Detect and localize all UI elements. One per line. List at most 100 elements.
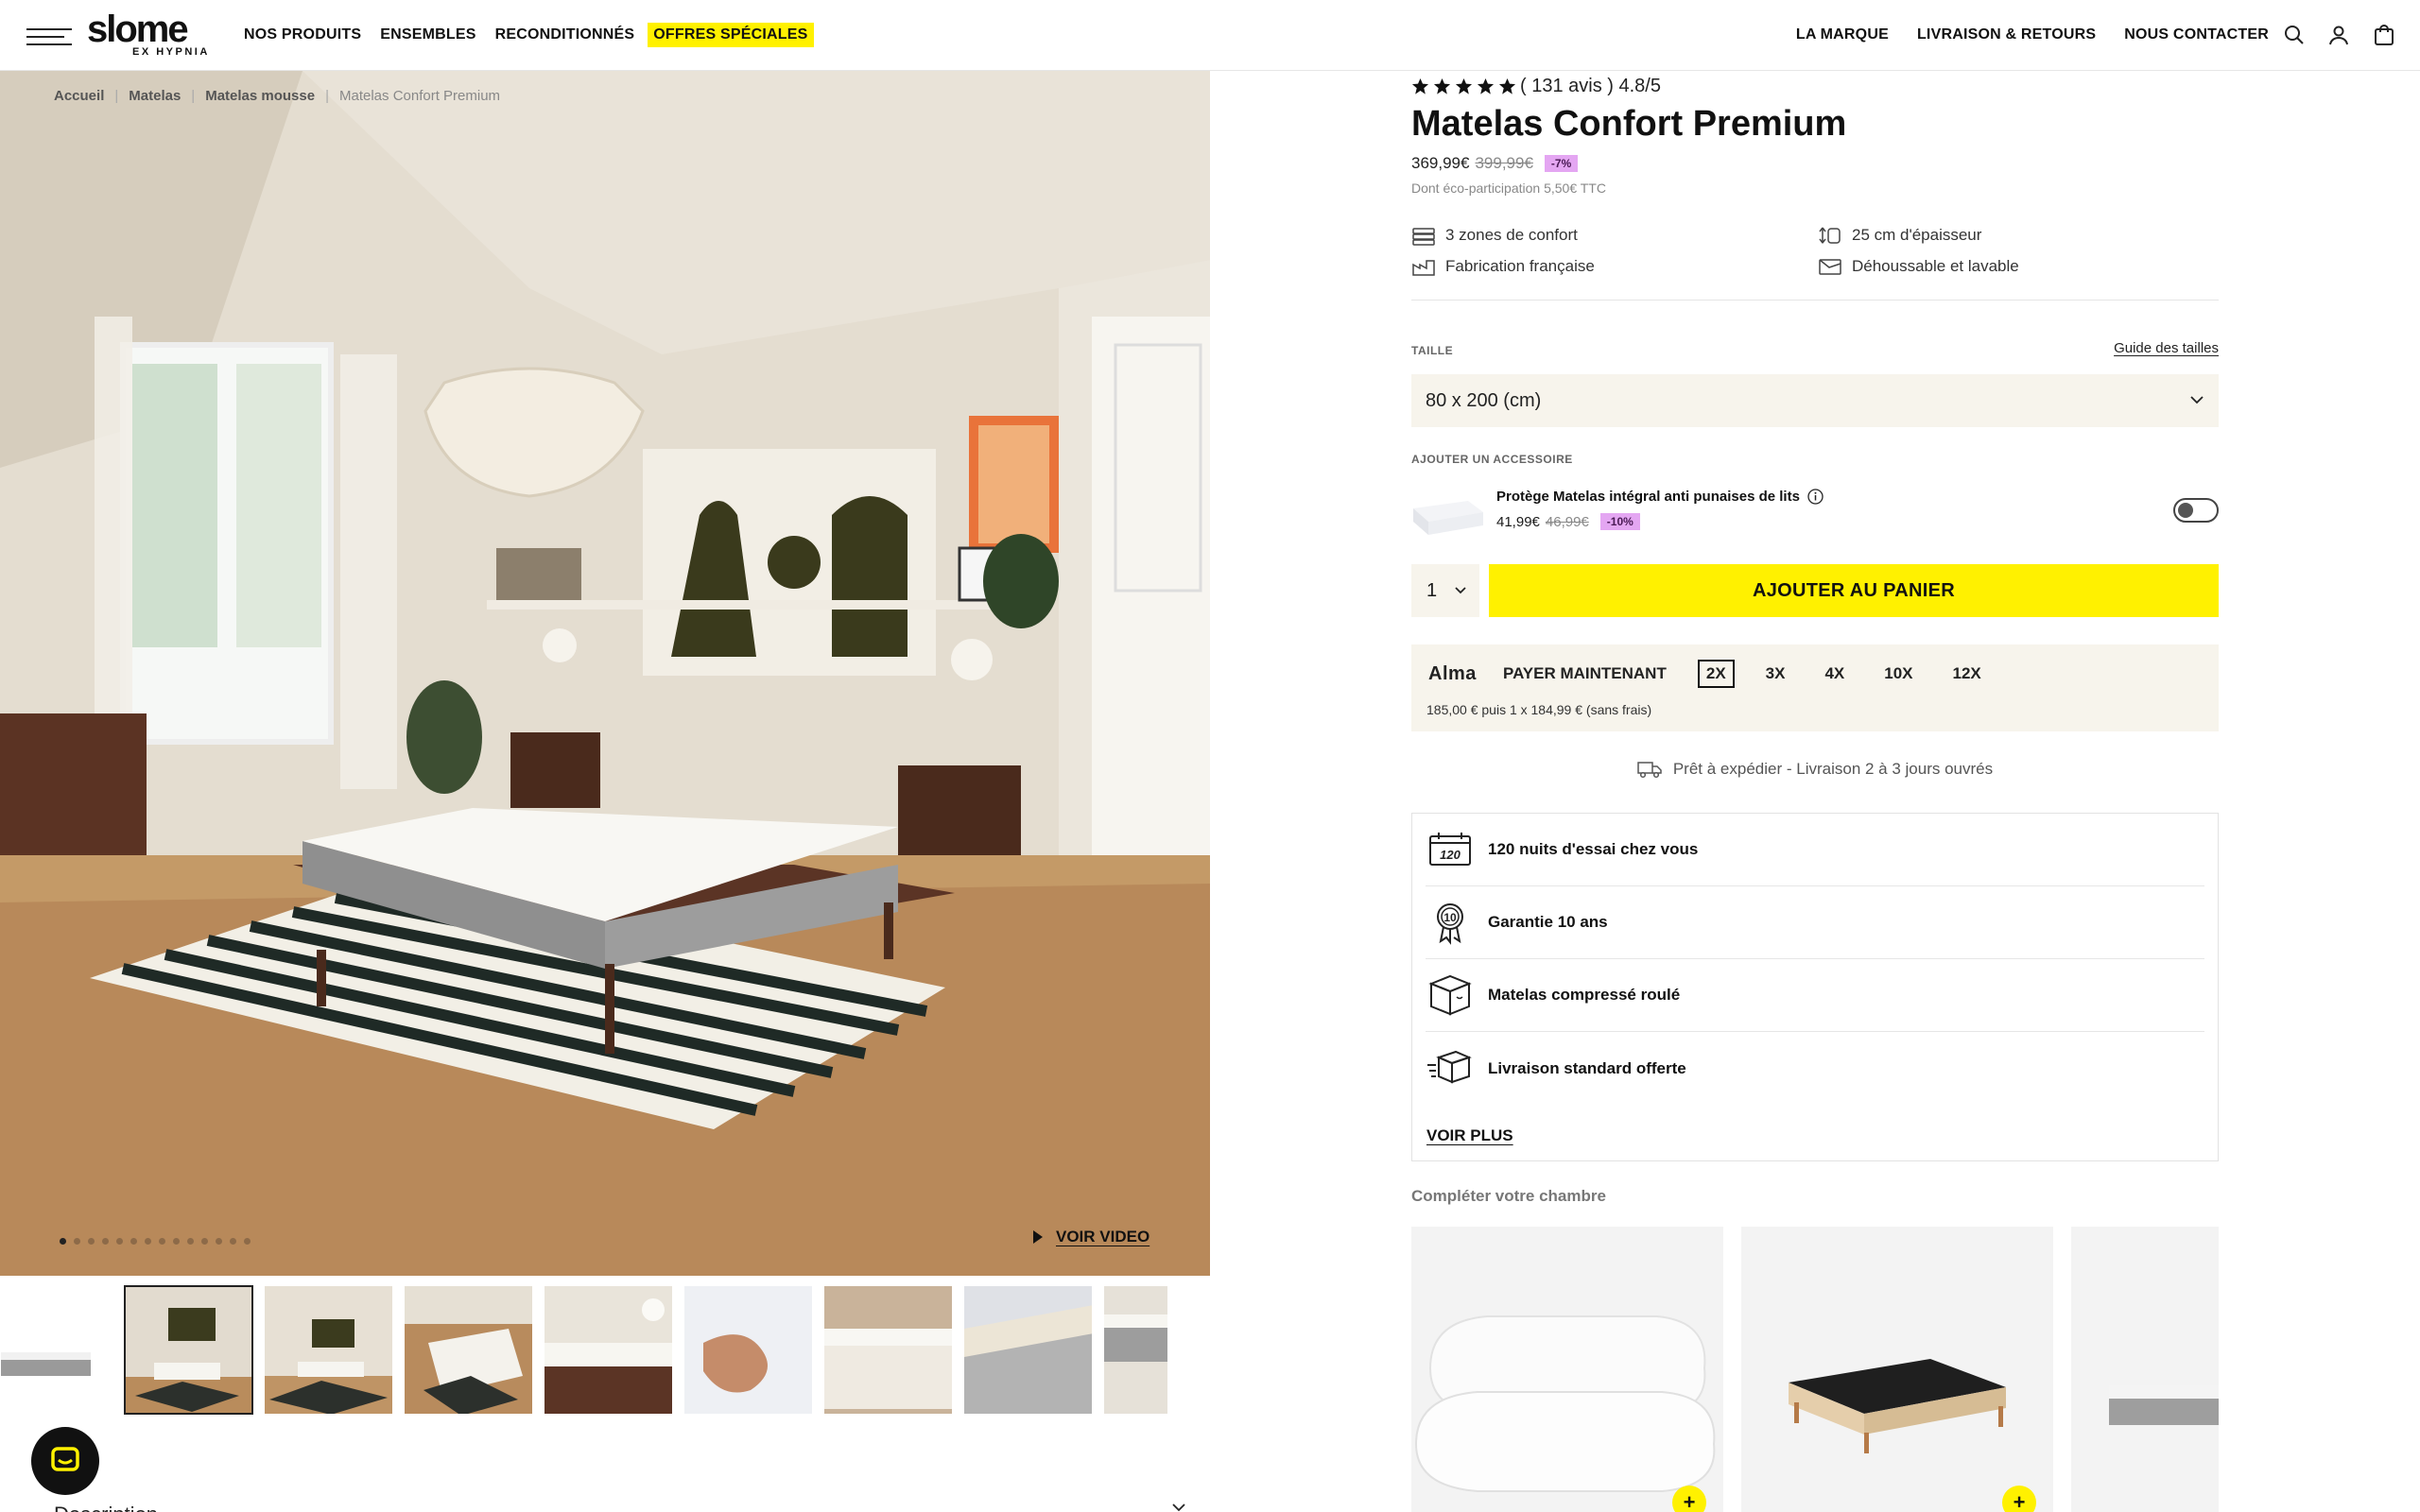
breadcrumb-matelas[interactable]: Matelas [129,88,181,104]
search-icon[interactable] [2283,24,2306,46]
shipping-text: Prêt à expédier - Livraison 2 à 3 jours … [1672,760,1994,778]
price-row: 369,99€ 399,99€ -7% [1411,154,1579,173]
gallery-dot[interactable] [216,1238,222,1245]
size-select[interactable]: 80 x 200 (cm) [1411,374,2219,427]
gallery-dot[interactable] [230,1238,236,1245]
nav-offres-speciales[interactable]: OFFRES SPÉCIALES [648,23,814,47]
thumbnail-mattress-detail[interactable] [544,1285,673,1415]
alma-installment-note: 185,00 € puis 1 x 184,99 € (sans frais) [1426,702,1652,717]
eco-participation: Dont éco-participation 5,50€ TTC [1411,180,1606,196]
thumbnail-mattress-corner[interactable] [1103,1285,1167,1415]
nav-la-marque[interactable]: LA MARQUE [1790,23,1894,47]
recommendation-card-mattress[interactable] [2071,1227,2219,1512]
add-pillows-button[interactable]: + [1672,1486,1706,1512]
gallery-dot[interactable] [102,1238,109,1245]
alma-option-12x[interactable]: 12X [1945,660,1990,688]
accessory-old-price: 46,99€ [1545,513,1589,530]
alma-option-2x[interactable]: 2X [1697,660,1735,688]
site-logo[interactable]: slome EX HYPNIA [87,10,207,60]
thumbnail-bedroom-top[interactable] [404,1285,533,1415]
gallery-pagination-dots [60,1238,251,1245]
gallery-dot[interactable] [145,1238,151,1245]
toggle-knob [2178,503,2193,518]
thumbnail-bedroom-2[interactable] [264,1285,393,1415]
breadcrumb-separator: | [191,88,196,104]
accessory-discount-badge: -10% [1599,513,1640,530]
site-header: slome EX HYPNIA NOS PRODUITS ENSEMBLES R… [0,0,2420,71]
feature-label: Fabrication française [1445,257,1595,275]
accessory-name-row: Protège Matelas intégral anti punaises d… [1496,489,1824,505]
star-icon [1411,77,1429,94]
description-accordion-label[interactable]: Description [54,1503,158,1512]
breadcrumb-matelas-mousse[interactable]: Matelas mousse [205,88,315,104]
voir-video-label: VOIR VIDEO [1056,1228,1150,1246]
nav-nous-contacter[interactable]: NOUS CONTACTER [2118,23,2274,47]
product-main-image[interactable] [0,71,1210,1276]
svg-text:120: 120 [1440,848,1461,862]
gallery-dot[interactable] [173,1238,180,1245]
factory-icon [1412,260,1435,276]
main-nav: NOS PRODUITS ENSEMBLES RECONDITIONNÉS OF… [238,23,821,47]
gallery-dot[interactable] [60,1238,66,1245]
thumbnail-mattress[interactable] [0,1285,92,1415]
gallery-dot[interactable] [201,1238,208,1245]
chevron-down-icon[interactable] [1172,1503,1185,1512]
mattress-protector-image [1413,501,1483,535]
mattress-thumbnail-image [1,1352,91,1376]
nav-reconditionnes[interactable]: RECONDITIONNÉS [490,23,641,47]
size-guide-link[interactable]: Guide des tailles [2114,340,2219,356]
mattress-card-image [2109,1385,2219,1425]
storage-bed-thumbnail-image [824,1286,952,1414]
feature-label: 3 zones de confort [1445,226,1578,244]
accessory-toggle[interactable] [2173,498,2219,523]
alma-option-10x[interactable]: 10X [1876,660,1921,688]
nav-nos-produits[interactable]: NOS PRODUITS [238,23,367,47]
info-icon[interactable] [1807,489,1824,505]
quantity-select[interactable]: 1 [1411,564,1479,617]
gallery-dot[interactable] [74,1238,80,1245]
reassurance-trial: 120 120 nuits d'essai chez vous [1426,814,2204,886]
thumbnail-hand-on-mattress[interactable] [683,1285,813,1415]
accessory-price: 41,99€ [1496,513,1540,530]
recommendation-card-pillows[interactable]: + [1411,1227,1723,1512]
voir-plus-link[interactable]: VOIR PLUS [1426,1126,1513,1145]
play-icon [1033,1230,1043,1244]
feature-made-in-france: Fabrication française [1411,256,1595,277]
alma-option-3x[interactable]: 3X [1757,660,1794,688]
thumbnail-mattress-fabric[interactable] [963,1285,1093,1415]
chat-button[interactable] [31,1427,99,1495]
product-rating[interactable]: ( 131 avis ) 4.8/5 [1411,76,1661,97]
gallery-dot[interactable] [88,1238,95,1245]
account-icon[interactable] [2327,24,2350,46]
alma-option-pay-now[interactable]: PAYER MAINTENANT [1495,660,1675,688]
bedroom-thumbnail-image [265,1286,392,1414]
thumbnail-storage-bed[interactable] [823,1285,953,1415]
alma-options: PAYER MAINTENANT 2X 3X 4X 10X 12X [1495,660,2013,688]
accessory-label: AJOUTER UN ACCESSOIRE [1411,453,1573,466]
breadcrumb-separator: | [114,88,119,104]
trial-120-icon: 120 [1429,833,1471,866]
breadcrumb-accueil[interactable]: Accueil [54,88,104,104]
nav-livraison-retours[interactable]: LIVRAISON & RETOURS [1911,23,2101,47]
cart-icon[interactable] [2373,24,2395,46]
gallery-dot[interactable] [159,1238,165,1245]
thumbnail-bedroom-1[interactable] [124,1285,253,1415]
gallery-dot[interactable] [130,1238,137,1245]
voir-video-button[interactable]: VOIR VIDEO [1033,1228,1150,1246]
alma-option-4x[interactable]: 4X [1816,660,1853,688]
add-bed-base-button[interactable]: + [2002,1486,2036,1512]
rating-text: ( 131 avis ) 4.8/5 [1520,76,1661,96]
thickness-icon [1819,227,1841,244]
feature-thickness: 25 cm d'épaisseur [1818,225,1981,246]
add-to-cart-button[interactable]: AJOUTER AU PANIER [1489,564,2219,617]
nav-ensembles[interactable]: ENSEMBLES [374,23,481,47]
pillows-image [1414,1315,1716,1492]
reassurance-label: 120 nuits d'essai chez vous [1488,840,1699,858]
menu-burger-icon[interactable] [26,28,72,45]
gallery-dot[interactable] [116,1238,123,1245]
recommendation-card-bed-base[interactable]: + [1741,1227,2053,1512]
reassurance-box: 120 120 nuits d'essai chez vous 10 Garan… [1411,813,2219,1161]
gallery-dot[interactable] [244,1238,251,1245]
mattress-detail-thumbnail-image [544,1286,672,1414]
gallery-dot[interactable] [187,1238,194,1245]
